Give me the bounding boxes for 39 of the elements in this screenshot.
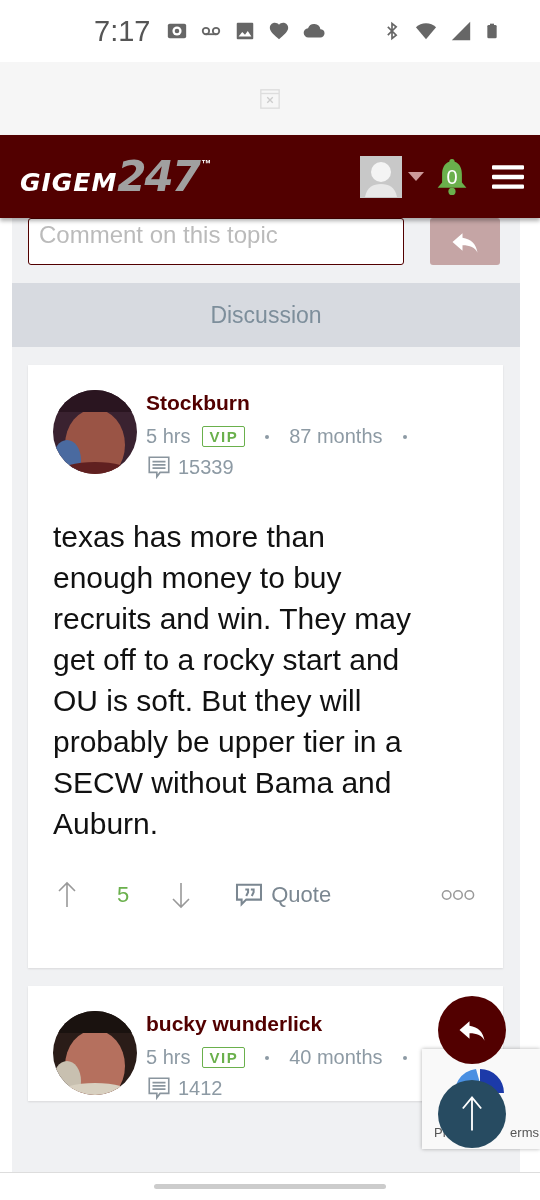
post-text: texas has more than enough money to buy recruits and win. They may get off to a rocky start and OU is soft. But they will probably be upper tier in a SECW without Bama and Auburn. xyxy=(53,519,412,842)
gesture-handle[interactable] xyxy=(154,1184,386,1189)
broken-image-icon xyxy=(259,87,281,110)
post-count: 15339 xyxy=(178,455,234,479)
vip-badge: VIP xyxy=(202,1047,246,1068)
section-header: Discussion xyxy=(12,283,520,347)
post-time: 5 hrs xyxy=(146,1046,191,1069)
separator-dot xyxy=(265,434,270,439)
signal-icon xyxy=(450,20,472,42)
terms-link[interactable]: erms xyxy=(510,1125,539,1140)
author-name[interactable]: bucky wunderlick xyxy=(146,1012,415,1036)
separator-dot xyxy=(265,1055,270,1060)
separator-dot xyxy=(402,434,407,439)
separator-dot xyxy=(402,1055,407,1060)
comment-icon xyxy=(146,454,172,480)
notification-count: 0 xyxy=(445,165,459,188)
member-tenure: 87 months xyxy=(289,425,383,448)
user-avatar[interactable] xyxy=(360,155,402,198)
comment-icon xyxy=(146,1075,172,1101)
vote-count: 5 xyxy=(117,882,130,908)
vip-badge: VIP xyxy=(202,426,246,447)
post-time: 5 hrs xyxy=(146,425,191,448)
site-logo[interactable]: GIGEM247$^{™}$ xyxy=(20,152,211,201)
heart-icon xyxy=(268,20,291,42)
more-options-icon[interactable] xyxy=(441,889,475,901)
wifi-icon xyxy=(414,20,438,42)
reply-button[interactable] xyxy=(430,218,500,265)
up-arrow-icon xyxy=(461,1094,483,1134)
downvote-icon[interactable] xyxy=(171,881,192,909)
upvote-icon[interactable] xyxy=(57,881,77,909)
post-count: 1412 xyxy=(178,1076,223,1100)
clock-time: 7:17 xyxy=(94,14,151,48)
menu-icon[interactable] xyxy=(492,163,524,190)
author-name[interactable]: Stockburn xyxy=(146,391,415,415)
quote-button[interactable]: Quote xyxy=(235,882,332,908)
caret-icon[interactable] xyxy=(408,171,424,182)
quote-icon xyxy=(235,883,264,907)
comment-field[interactable]: Comment on this topic xyxy=(28,218,404,265)
member-tenure: 40 months xyxy=(289,1046,383,1069)
